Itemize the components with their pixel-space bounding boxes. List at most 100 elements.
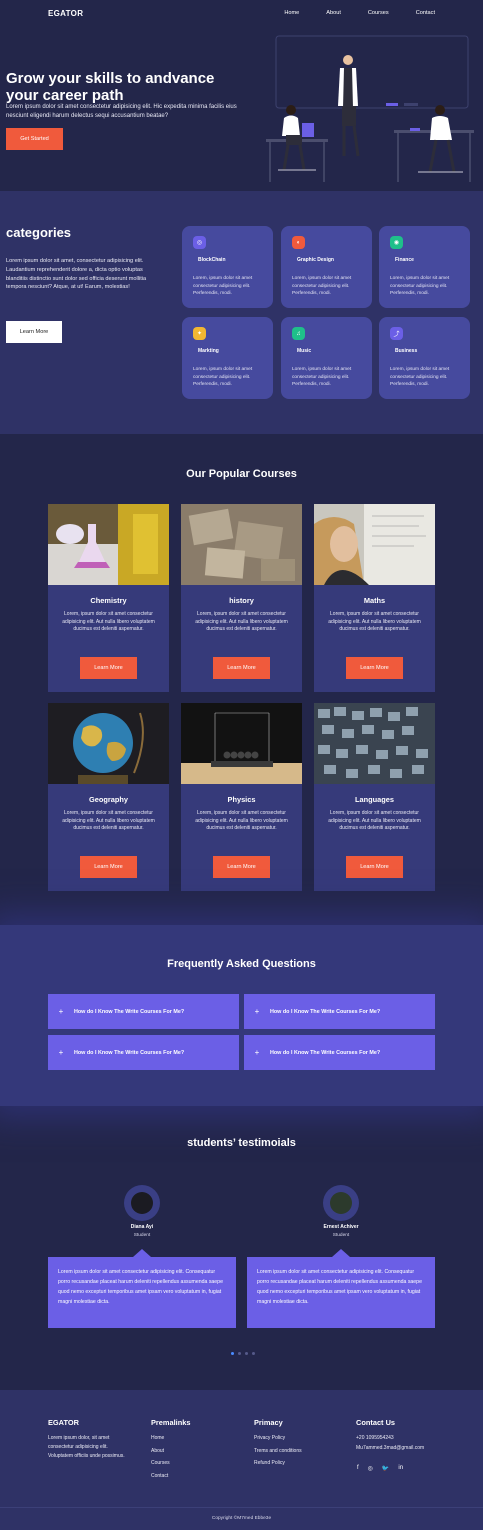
course-title: history <box>229 596 254 605</box>
contact-title: Contact Us <box>356 1418 396 1427</box>
course-learn-more-button[interactable]: Learn More <box>213 856 270 878</box>
course-learn-more-button[interactable]: Learn More <box>213 657 270 679</box>
instagram-icon[interactable]: ◎ <box>368 1465 373 1472</box>
carousel-dot[interactable] <box>245 1352 248 1355</box>
footer-link-courses[interactable]: Courses <box>151 1457 170 1470</box>
category-card-finance[interactable]: ◉ Finance Lorem, ipsum dolor sit amet co… <box>379 226 470 308</box>
course-learn-more-button[interactable]: Learn More <box>80 657 137 679</box>
facebook-icon[interactable]: f <box>357 1465 359 1472</box>
plus-icon: + <box>254 1048 260 1057</box>
footer-link-home[interactable]: Home <box>151 1432 170 1445</box>
nav-courses[interactable]: Courses <box>368 10 389 16</box>
category-name: Finance <box>395 257 414 263</box>
history-image <box>181 504 302 585</box>
course-card-languages: Languages Lorem, ipsum dolor sit amet co… <box>314 703 435 891</box>
faq-question: How do I Know The Write Courses For Me? <box>74 1049 185 1056</box>
faq-item[interactable]: + How do I Know The Write Courses For Me? <box>48 1035 239 1070</box>
testimonial-text: Lorem ipsum dolor sit amet consectetur a… <box>58 1269 223 1305</box>
testimonial-role: Student <box>332 1233 350 1238</box>
category-name: Business <box>395 348 418 354</box>
course-title: Maths <box>363 596 386 605</box>
testimonials-title: students’ testimoials <box>187 1137 296 1149</box>
linkedin-icon[interactable]: in <box>398 1465 403 1472</box>
category-desc: Lorem, ipsum dolor sit amet consectetur … <box>193 367 253 388</box>
course-learn-more-button[interactable]: Learn More <box>80 856 137 878</box>
courses-title: Our Popular Courses <box>186 468 297 480</box>
footer-divider <box>0 1507 483 1508</box>
hero-text: Lorem ipsum dolor sit amet consectetur a… <box>6 104 237 119</box>
footer-about: Lorem ipsum dolor, sit amet consectetur … <box>48 1435 125 1460</box>
categories-text: Lorem ipsum dolor sit amet, consectetur … <box>6 258 147 291</box>
category-card-marketing[interactable]: ✦ Markting Lorem, ipsum dolor sit amet c… <box>182 317 273 399</box>
category-desc: Lorem, ipsum dolor sit amet consectetur … <box>390 367 450 388</box>
testimonial-role: Student <box>133 1233 151 1238</box>
hero-illustration <box>266 35 474 182</box>
site-logo[interactable]: EGATOR <box>48 9 83 18</box>
category-card-graphic-design[interactable]: ◐ Graphic Design Lorem, ipsum dolor sit … <box>281 226 372 308</box>
course-card-physics: Physics Lorem, ipsum dolor sit amet cons… <box>181 703 302 891</box>
primacy-title: Primacy <box>254 1418 283 1427</box>
faq-question: How do I Know The Write Courses For Me? <box>270 1049 381 1056</box>
faq-item[interactable]: + How do I Know The Write Courses For Me? <box>244 1035 435 1070</box>
hero-title: Grow your skills to andvance your career… <box>6 70 215 104</box>
twitter-icon[interactable]: 🐦 <box>382 1465 389 1472</box>
course-title: Geography <box>88 795 128 804</box>
contact-phone[interactable]: +20 1095954243 <box>356 1434 424 1444</box>
category-card-music[interactable]: ♫ Music Lorem, ipsum dolor sit amet cons… <box>281 317 372 399</box>
testimonial-name: Diana Ayi <box>130 1224 154 1230</box>
music-icon: ♫ <box>292 327 305 340</box>
footer-link-terms[interactable]: Trems and conditions <box>254 1445 302 1458</box>
footer-link-about[interactable]: About <box>151 1445 170 1458</box>
plus-icon: + <box>254 1007 260 1016</box>
carousel-dot-active[interactable] <box>231 1352 234 1355</box>
footer-link-contact[interactable]: Contact <box>151 1470 170 1483</box>
nav-home[interactable]: Home <box>284 10 299 16</box>
testimonial-card: Lorem ipsum dolor sit amet consectetur a… <box>247 1257 435 1328</box>
course-learn-more-button[interactable]: Learn More <box>346 657 403 679</box>
main-nav: Home About Courses Contact <box>284 10 435 16</box>
category-card-business[interactable]: ⤴ Business Lorem, ipsum dolor sit amet c… <box>379 317 470 399</box>
business-icon: ⤴ <box>390 327 403 340</box>
category-name: Music <box>297 348 312 354</box>
course-card-history: history Lorem, ipsum dolor sit amet cons… <box>181 504 302 692</box>
category-card-blockchain[interactable]: ◎ BlockChain Lorem, ipsum dolor sit amet… <box>182 226 273 308</box>
footer-link-privacy[interactable]: Privacy Policy <box>254 1432 302 1445</box>
category-desc: Lorem, ipsum dolor sit amet consectetur … <box>193 276 253 297</box>
testimonial-pointer <box>133 1249 151 1257</box>
course-learn-more-button[interactable]: Learn More <box>346 856 403 878</box>
faq-question: How do I Know The Write Courses For Me? <box>270 1008 381 1015</box>
faq-item[interactable]: + How do I Know The Write Courses For Me? <box>244 994 435 1029</box>
faq-question: How do I Know The Write Courses For Me? <box>74 1008 185 1015</box>
testimonial-pointer <box>332 1249 350 1257</box>
get-started-button[interactable]: Get Started <box>6 128 63 150</box>
course-desc: Lorem, ipsum dolor sit amet consectetur … <box>328 810 421 832</box>
nav-contact[interactable]: Contact <box>416 10 435 16</box>
copyright: Copyright ©M7med Ebbe3e <box>211 1516 272 1521</box>
contact-info: +20 1095954243 Mu7ammed.3mad@gmail.com <box>356 1434 424 1453</box>
course-desc: Lorem, ipsum dolor sit amet consectetur … <box>62 810 155 832</box>
course-desc: Lorem, ipsum dolor sit amet consectetur … <box>195 810 288 832</box>
course-title: Physics <box>227 795 256 804</box>
category-desc: Lorem, ipsum dolor sit amet consectetur … <box>292 367 352 388</box>
nav-about[interactable]: About <box>326 10 341 16</box>
course-desc: Lorem, ipsum dolor sit amet consectetur … <box>328 611 421 633</box>
categories-title: categories <box>6 225 72 240</box>
course-card-maths: Maths Lorem, ipsum dolor sit amet consec… <box>314 504 435 692</box>
faq-title: Frequently Asked Questions <box>167 958 316 970</box>
footer-logo[interactable]: EGATOR <box>48 1418 79 1427</box>
blockchain-icon: ◎ <box>193 236 206 249</box>
permalinks-list: Home About Courses Contact <box>151 1432 170 1482</box>
course-desc: Lorem, ipsum dolor sit amet consectetur … <box>195 611 288 633</box>
faq-item[interactable]: + How do I Know The Write Courses For Me? <box>48 994 239 1029</box>
contact-email[interactable]: Mu7ammed.3mad@gmail.com <box>356 1444 424 1454</box>
carousel-dot[interactable] <box>252 1352 255 1355</box>
footer-link-refund[interactable]: Refund Policy <box>254 1457 302 1470</box>
social-links: f ◎ 🐦 in <box>357 1465 403 1472</box>
permalinks-title: Premalinks <box>151 1418 191 1427</box>
category-name: Graphic Design <box>297 257 334 263</box>
course-title: Languages <box>354 795 394 804</box>
category-name: BlockChain <box>198 257 226 263</box>
carousel-dot[interactable] <box>238 1352 241 1355</box>
categories-learn-more-button[interactable]: Learn More <box>6 321 62 343</box>
marketing-icon: ✦ <box>193 327 206 340</box>
